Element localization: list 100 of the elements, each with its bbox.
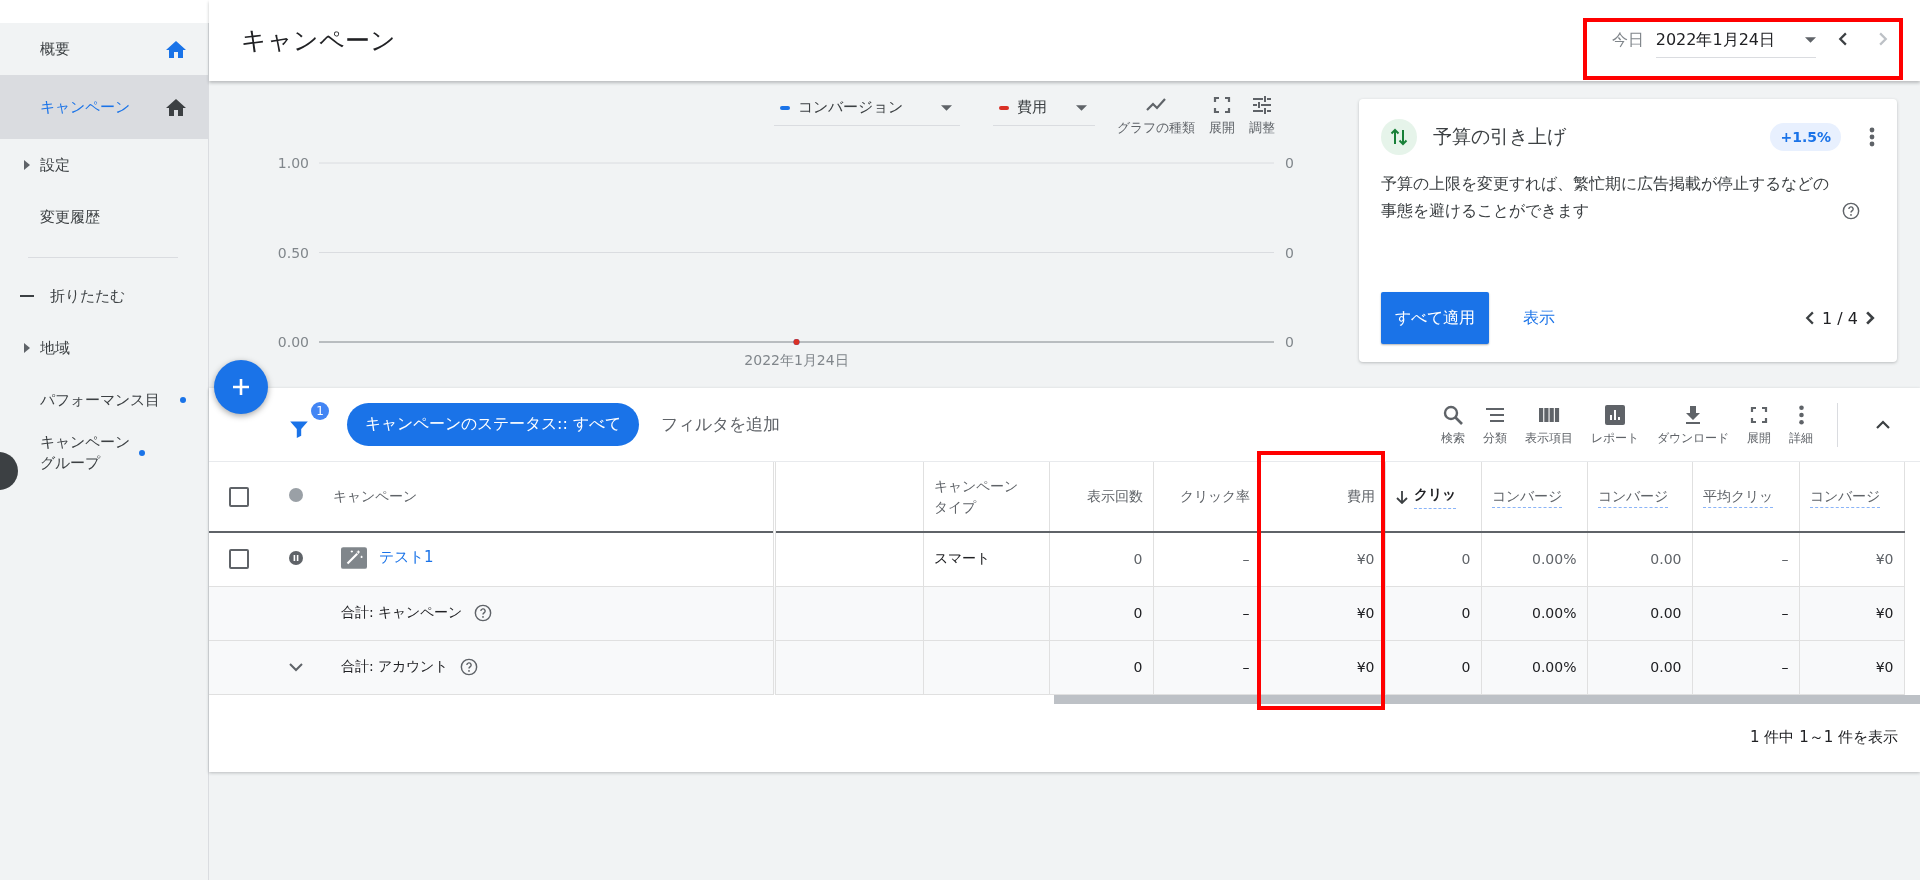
card-title: 予算の引き上げ [1433,124,1567,149]
chevron-right-icon[interactable] [1866,311,1875,325]
dot-icon [180,397,186,403]
table-cell: 0 [1133,551,1143,568]
axis-label: 2022年1月24日 [744,352,849,368]
magic-wand-icon [341,546,367,569]
axis-label: 1.00 [277,155,309,171]
bar-chart-icon [1603,402,1627,427]
pagination-summary: 1 件中 1～1 件を表示 [1750,727,1898,747]
sidebar-item[interactable]: 地域 [20,322,208,374]
table-tool-button[interactable]: 展開 [1747,402,1771,447]
tune-icon [1250,93,1274,117]
caret-icon [24,160,30,170]
plus-icon [231,377,251,397]
axis-label: 0 [1285,334,1294,350]
campaign-link[interactable]: テスト1 [379,548,434,568]
sidebar-item[interactable]: 概要 [20,23,208,75]
table-cell: – [1242,551,1250,568]
table-tool-button[interactable]: ダウンロード [1657,402,1729,447]
table-cell: – [1242,605,1250,621]
column-header[interactable]: 平均クリッ [1702,488,1773,508]
page-indicator: 1 / 4 [1822,308,1858,328]
help-icon[interactable] [460,658,479,676]
help-icon[interactable] [474,604,493,622]
table-cell: 0 [1461,551,1471,568]
sort-down-icon [1395,489,1408,504]
table-cell: 0 [1133,659,1143,675]
table-cell: 0 [1461,605,1471,621]
sidebar-item[interactable]: 設定 [20,139,208,191]
card-description: 予算の上限を変更すれば、繁忙期に広告掲載が停止するなどの事態を避けることができます [1381,174,1830,223]
chevron-left-icon[interactable] [1805,311,1815,325]
table-cell: – [1781,551,1789,568]
table-cell: 0.00% [1532,551,1577,568]
chart-tool-button[interactable]: 展開 [1209,93,1235,137]
sidebar-item[interactable]: キャンペーングループ [20,426,208,480]
table-cell: – [1242,659,1250,675]
help-icon[interactable] [1842,202,1861,221]
table-tool-button[interactable]: 詳細 [1789,402,1813,447]
column-header[interactable]: コンバージ [1491,488,1562,508]
column-header[interactable]: キャンペーンタイプ [933,475,1021,518]
dropdown-icon [1805,37,1816,43]
table-cell: – [1781,605,1789,621]
date-dropdown[interactable]: 2022年1月24日 [1655,23,1816,58]
column-header[interactable]: 表示回数 [1086,488,1143,504]
table-tool-button[interactable]: 検索 [1441,402,1465,447]
row-checkbox[interactable] [228,549,249,570]
axis-label: 0.00 [277,334,309,350]
table-cell: – [1781,659,1789,675]
chevron-down-icon[interactable] [288,663,303,672]
metric-dropdown[interactable]: 費用 [993,93,1095,126]
collapse-item[interactable]: 折りたたむ [20,270,208,322]
metric-dropdown[interactable]: コンバージョン [774,93,960,126]
apply-all-button[interactable]: すべて適用 [1381,292,1489,344]
select-all-checkbox[interactable] [228,486,249,507]
more-icon [1798,404,1804,425]
column-header[interactable]: クリッ [1413,484,1456,509]
column-header[interactable]: キャンペーン [333,486,420,507]
filter-chip[interactable]: キャンペーンのステータス:: すべて [347,403,639,446]
caret-icon [24,343,30,353]
table-cell: ¥0 [1356,659,1375,675]
column-header[interactable]: クリック率 [1179,488,1250,504]
table-cell: 0.00 [1650,551,1682,568]
table-cell: ¥0 [1875,605,1894,621]
dropdown-icon [941,104,952,111]
pause-icon [288,550,303,565]
table-cell: 0 [1133,605,1143,621]
table-cell: 0.00% [1532,605,1577,621]
chart-tool-button[interactable]: 調整 [1249,93,1275,137]
column-header[interactable]: 費用 [1346,488,1375,504]
page-title: キャンペーン [241,25,396,57]
home-icon [166,40,186,58]
total-label: 合計: キャンペーン [341,604,463,622]
add-filter-link[interactable]: フィルタを追加 [660,413,780,436]
filter-count-badge: 1 [311,401,329,420]
dropdown-icon [1076,104,1087,111]
column-header[interactable]: コンバージ [1809,488,1880,508]
minus-icon [20,295,34,297]
table-tool-button[interactable]: レポート [1591,402,1639,447]
table-tool-button[interactable]: 分類 [1483,402,1507,447]
chevron-right-icon [1879,32,1888,46]
table-cell: ¥0 [1875,551,1894,568]
sidebar-item[interactable]: 変更履歴 [20,191,208,243]
axis-label: 0 [1285,244,1294,261]
view-link[interactable]: 表示 [1523,307,1555,329]
chart-tool-button[interactable]: グラフの種類 [1117,93,1195,137]
table-tool-button[interactable]: 表示項目 [1525,402,1573,447]
table-cell: ¥0 [1875,659,1894,675]
legend-swatch [999,105,1009,110]
up-down-arrows-icon [1381,119,1417,155]
more-icon[interactable] [1869,127,1875,147]
dot-icon [138,450,145,456]
table-cell: 0 [1461,659,1471,675]
table-cell: 0.00 [1650,605,1682,621]
total-label: 合計: アカウント [341,658,449,676]
home-icon [166,98,186,116]
sidebar-item[interactable]: パフォーマンス目 [20,374,208,426]
status-dot-icon [288,488,303,502]
column-header[interactable]: コンバージ [1597,488,1668,508]
scrollbar[interactable] [1054,694,1920,704]
axis-label: 0.50 [277,244,309,261]
